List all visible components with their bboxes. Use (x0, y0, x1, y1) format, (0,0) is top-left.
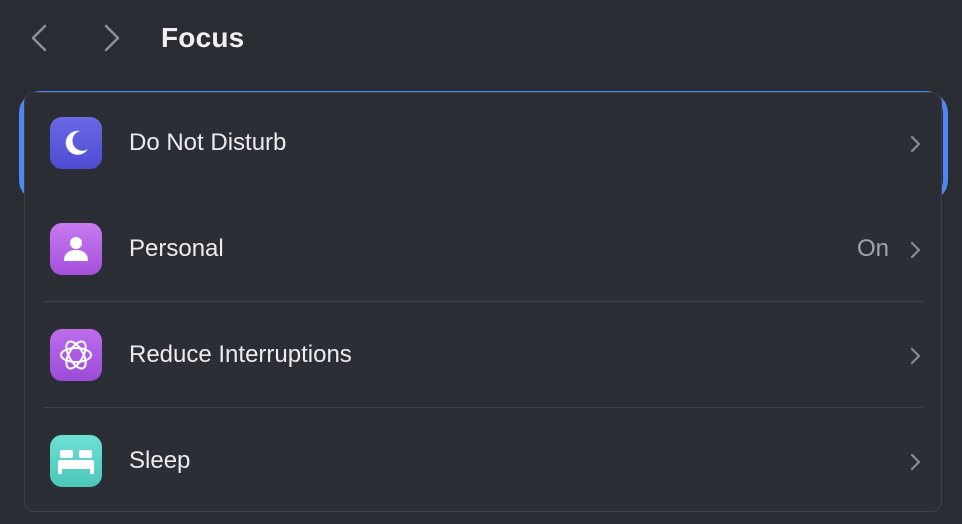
focus-settings-page: Focus Do Not Disturb Personal On Reduce … (0, 0, 962, 524)
apple-intelligence-icon (50, 329, 102, 381)
status-text: On (856, 235, 889, 262)
focus-row-sleep[interactable]: Sleep (25, 410, 941, 516)
page-title: Focus (161, 22, 245, 53)
moon-icon (50, 117, 102, 169)
focus-row-label: Personal (129, 235, 224, 262)
divider (44, 301, 923, 302)
divider (44, 407, 923, 408)
focus-row-label: Do Not Disturb (129, 129, 287, 156)
bed-icon (50, 435, 102, 487)
chevron-left-icon (31, 24, 47, 52)
person-icon (50, 223, 102, 275)
focus-row-do-not-disturb[interactable]: Do Not Disturb (25, 92, 941, 198)
focus-row-personal[interactable]: Personal On (25, 198, 941, 304)
forward-button[interactable] (95, 21, 129, 55)
chevron-right-icon (910, 347, 921, 365)
focus-row-label: Reduce Interruptions (129, 341, 352, 368)
chevron-right-icon (104, 24, 120, 52)
header: Focus (0, 0, 962, 76)
chevron-right-icon (910, 135, 921, 153)
back-button[interactable] (22, 21, 56, 55)
focus-row-label: Sleep (129, 447, 191, 474)
chevron-right-icon (910, 453, 921, 471)
focus-row-reduce-interruptions[interactable]: Reduce Interruptions (25, 304, 941, 410)
focus-mode-list: Do Not Disturb Personal On Reduce Interr… (24, 92, 942, 512)
chevron-right-icon (910, 241, 921, 259)
